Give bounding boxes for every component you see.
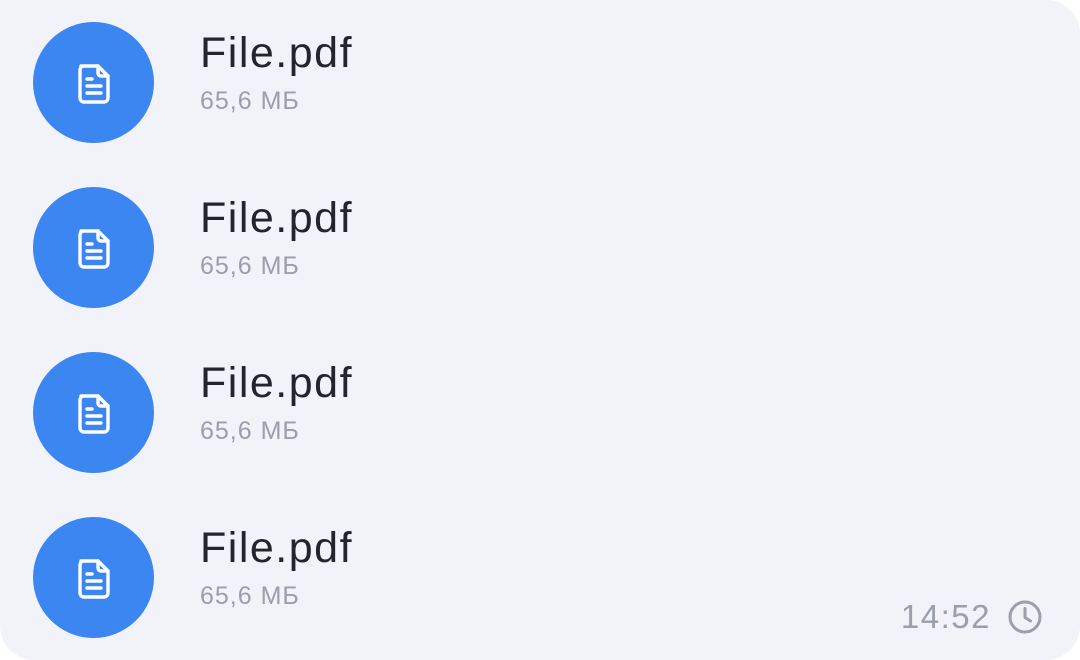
file-name: File.pdf <box>200 359 354 407</box>
file-icon-button[interactable] <box>33 517 154 638</box>
file-attachment[interactable]: File.pdf 65,6 МБ <box>33 187 633 308</box>
message-time: 14:52 <box>900 598 991 635</box>
file-attachment[interactable]: File.pdf 65,6 МБ <box>33 352 633 473</box>
file-icon-button[interactable] <box>33 22 154 143</box>
file-icon-button[interactable] <box>33 352 154 473</box>
file-icon-button[interactable] <box>33 187 154 308</box>
message-bubble: File.pdf 65,6 МБ File.pdf 65,6 МБ File.p… <box>0 0 1080 660</box>
file-size: 65,6 МБ <box>200 417 300 445</box>
message-meta: 14:52 <box>901 597 1043 637</box>
document-icon <box>69 58 119 108</box>
file-name: File.pdf <box>200 29 354 77</box>
document-icon <box>69 223 119 273</box>
file-size: 65,6 МБ <box>200 582 300 610</box>
file-attachment[interactable]: File.pdf 65,6 МБ <box>33 22 633 143</box>
document-icon <box>69 388 119 438</box>
file-name: File.pdf <box>200 524 354 572</box>
file-size: 65,6 МБ <box>200 252 300 280</box>
document-icon <box>69 553 119 603</box>
clock-icon <box>1007 599 1043 635</box>
file-size: 65,6 МБ <box>200 87 300 115</box>
file-name: File.pdf <box>200 194 354 242</box>
file-attachment[interactable]: File.pdf 65,6 МБ <box>33 517 633 638</box>
file-attachment-list: File.pdf 65,6 МБ File.pdf 65,6 МБ File.p… <box>0 0 1080 660</box>
